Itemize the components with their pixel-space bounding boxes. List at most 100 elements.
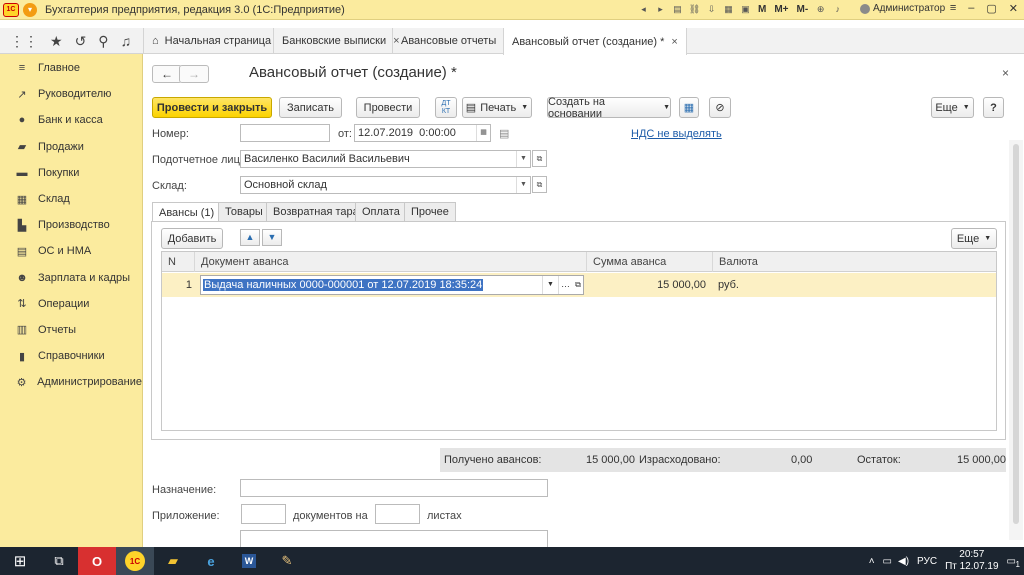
sidebar-item-references[interactable]: ▮ Справочники <box>0 343 142 369</box>
sidebar-item-reports[interactable]: ▥ Отчеты <box>0 317 142 343</box>
column-header-amount[interactable]: Сумма аванса <box>586 252 712 272</box>
memory-button-m[interactable]: M <box>755 2 769 17</box>
open-person-icon[interactable]: ⧉ <box>532 150 547 167</box>
open-warehouse-icon[interactable]: ⧉ <box>532 176 547 193</box>
file-explorer-icon[interactable]: ▰ <box>154 547 192 575</box>
word-icon[interactable]: W <box>230 547 268 575</box>
help-button[interactable]: ? <box>983 97 1004 118</box>
sidebar-item-warehouse[interactable]: ▦ Склад <box>0 186 142 212</box>
attachment-count-field[interactable] <box>241 504 286 524</box>
sidebar-item-bank[interactable]: ● Банк и касса <box>0 107 142 133</box>
close-form-icon[interactable]: × <box>1002 66 1009 80</box>
maximize-button[interactable]: ▢ <box>986 2 996 15</box>
table-more-button[interactable]: Еще ▼ <box>951 228 997 249</box>
chevron-down-icon[interactable]: ▼ <box>542 276 558 294</box>
column-header-n[interactable]: N <box>162 252 194 272</box>
number-field[interactable] <box>240 124 330 142</box>
notifications-icon[interactable]: ▭ 1 <box>1007 556 1020 569</box>
print-menu-button[interactable]: ▤ Печать ▼ <box>462 97 532 118</box>
back-button[interactable]: ← <box>152 65 182 83</box>
calculator-icon[interactable]: ▣ <box>738 2 753 17</box>
warehouse-field[interactable]: Основной склад ▼ <box>240 176 531 194</box>
notifications-bell-icon[interactable]: ♫ <box>121 33 132 49</box>
minimize-button[interactable]: – <box>968 2 974 15</box>
favorites-star-icon[interactable]: ★ <box>50 33 63 50</box>
1c-app-icon[interactable]: 1C <box>116 547 154 575</box>
network-icon[interactable]: ▭ <box>883 556 892 567</box>
tab-goods[interactable]: Товары <box>218 202 270 221</box>
scrollbar-thumb[interactable] <box>1013 144 1019 524</box>
attachment-icon[interactable]: ⊘ <box>709 97 731 118</box>
comment-field[interactable] <box>240 530 548 547</box>
sidebar-item-operations[interactable]: ⇅ Операции <box>0 291 142 317</box>
tab-close-icon[interactable]: × <box>671 36 677 48</box>
bell-icon[interactable]: ♪ <box>830 2 845 17</box>
volume-icon[interactable]: ◀) <box>898 556 909 567</box>
save-button[interactable]: Записать <box>279 97 342 118</box>
close-window-button[interactable]: ✕ <box>1009 2 1018 15</box>
sidebar-item-sales[interactable]: ▰ Продажи <box>0 134 142 160</box>
column-header-currency[interactable]: Валюта <box>712 252 996 272</box>
back-icon[interactable]: ◂ <box>636 2 651 17</box>
memory-button-mplus[interactable]: M+ <box>771 2 791 17</box>
zoom-icon[interactable]: ⊕ <box>813 2 828 17</box>
dtkt-icon[interactable]: ДТ КТ <box>435 97 457 118</box>
sidebar-item-production[interactable]: ▙ Производство <box>0 212 142 238</box>
paint-icon[interactable]: ✎ <box>268 547 306 575</box>
tab-payment[interactable]: Оплата <box>355 202 407 221</box>
tab-home[interactable]: ⌂ Начальная страница <box>143 28 279 54</box>
opera-icon[interactable]: O <box>78 547 116 575</box>
windows-start-icon[interactable]: ⊞ <box>0 547 40 575</box>
history-list-icon[interactable]: ▤ <box>499 127 509 140</box>
tab-advance-reports[interactable]: Авансовые отчеты× <box>392 28 518 54</box>
sidebar-item-manager[interactable]: ↗ Руководителю <box>0 81 142 107</box>
create-based-on-button[interactable]: Создать на основании ▼ <box>547 96 671 120</box>
sheets-count-field[interactable] <box>375 504 420 524</box>
sidebar-item-main[interactable]: ≡ Главное <box>0 55 142 81</box>
amount-cell[interactable]: 15 000,00 <box>586 273 706 297</box>
tab-advances[interactable]: Авансы (1) <box>152 202 222 222</box>
print-icon[interactable]: ▤ <box>670 2 685 17</box>
tab-other[interactable]: Прочее <box>404 202 456 221</box>
settings-icon[interactable]: ≡ <box>950 2 956 15</box>
post-and-close-button[interactable]: Провести и закрыть <box>152 97 272 118</box>
tray-arrow-icon[interactable]: ˄ <box>869 556 875 567</box>
document-cell-editor[interactable]: Выдача наличных 0000-000001 от 12.07.201… <box>200 275 584 295</box>
person-field[interactable]: Василенко Василий Васильевич ▼ <box>240 150 531 168</box>
more-menu-button[interactable]: Еще ▼ <box>931 97 974 118</box>
sidebar-item-payroll[interactable]: ☻ Зарплата и кадры <box>0 265 142 291</box>
main-menu-button[interactable]: ▾ <box>23 2 37 17</box>
forward-button[interactable]: → <box>179 65 209 83</box>
history-icon[interactable]: ↺ <box>75 33 87 50</box>
user-name[interactable]: Администратор <box>873 3 945 14</box>
search-icon[interactable]: ⚲ <box>98 33 108 50</box>
link-icon[interactable]: ⛓ <box>687 2 702 17</box>
structure-icon[interactable]: ▦ <box>679 97 699 118</box>
table-row[interactable]: 1 Выдача наличных 0000-000001 от 12.07.2… <box>162 273 996 297</box>
clock[interactable]: 20:57 Пт 12.07.19 <box>945 549 998 573</box>
add-row-button[interactable]: Добавить <box>161 228 223 249</box>
purpose-field[interactable] <box>240 479 548 497</box>
form-scrollbar[interactable] <box>1009 140 1023 540</box>
move-up-icon[interactable]: ▲ <box>240 229 260 246</box>
sidebar-item-admin[interactable]: ⚙ Администрирование <box>0 369 142 395</box>
sidebar-item-assets[interactable]: ▤ ОС и НМА <box>0 238 142 264</box>
date-field[interactable]: 12.07.2019 0:00:00 ▦ <box>354 124 491 142</box>
chevron-down-icon[interactable]: ▼ <box>516 177 530 193</box>
chevron-down-icon[interactable]: ▼ <box>516 151 530 167</box>
download-icon[interactable]: ⇩ <box>704 2 719 17</box>
task-view-icon[interactable]: ⧉ <box>40 547 78 575</box>
language-indicator[interactable]: РУС <box>917 556 937 567</box>
forward-icon[interactable]: ▸ <box>653 2 668 17</box>
select-ellipsis-icon[interactable]: … <box>558 276 572 294</box>
vat-link[interactable]: НДС не выделять <box>631 128 722 140</box>
calendar-icon[interactable]: ▦ <box>721 2 736 17</box>
open-document-icon[interactable]: ⧉ <box>572 276 584 294</box>
internet-explorer-icon[interactable]: e <box>192 547 230 575</box>
post-button[interactable]: Провести <box>356 97 420 118</box>
column-header-document[interactable]: Документ аванса <box>194 252 586 272</box>
move-down-icon[interactable]: ▼ <box>262 229 282 246</box>
tab-advance-report-new[interactable]: Авансовый отчет (создание) * × <box>503 28 687 55</box>
tab-returnable-packaging[interactable]: Возвратная тара <box>266 202 366 221</box>
memory-button-mminus[interactable]: M- <box>794 2 812 17</box>
